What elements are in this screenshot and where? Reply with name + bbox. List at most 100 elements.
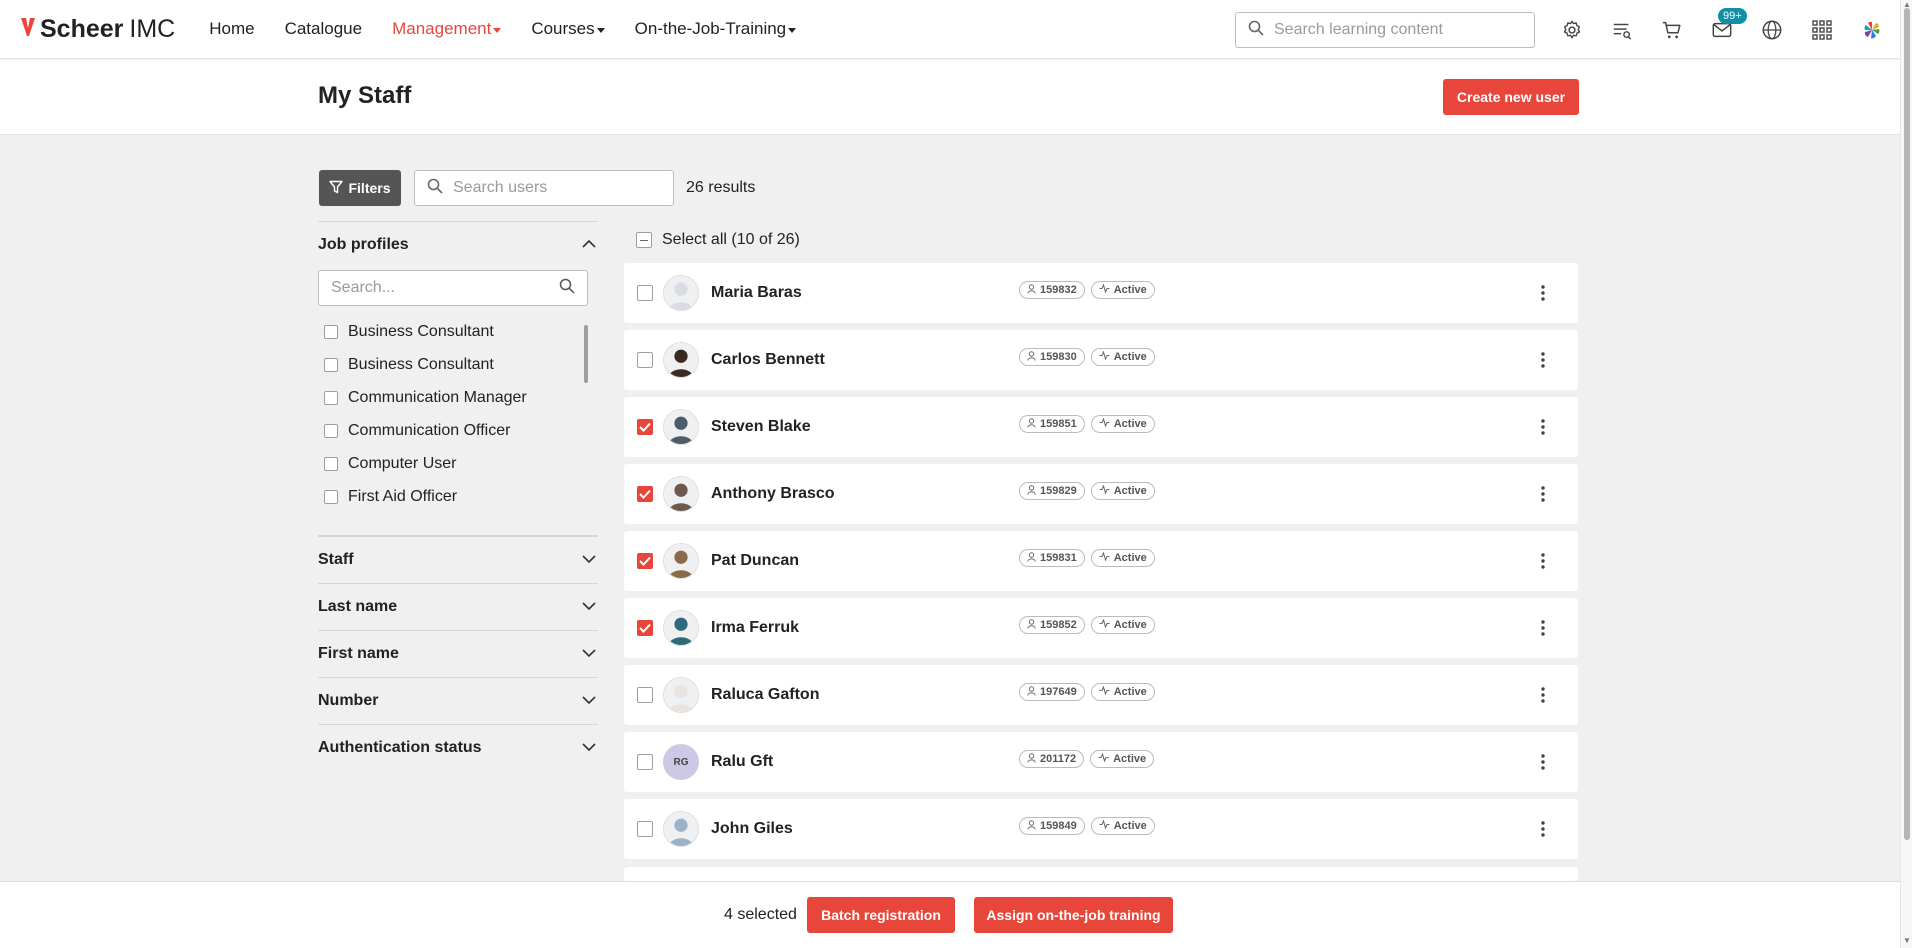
more-vert-icon[interactable] (1533, 618, 1553, 638)
job-profile-search-input[interactable] (331, 279, 531, 297)
table-row[interactable]: Pat Duncan 159831 Active (624, 531, 1578, 591)
notification-badge: 99+ (1718, 8, 1747, 24)
nav-on-the-job-training[interactable]: On-the-Job-Training (635, 19, 797, 39)
user-name[interactable]: Pat Duncan (711, 552, 1011, 570)
main-menu: Home Catalogue Management Courses On-the… (209, 19, 826, 39)
nav-home-label: Home (209, 19, 255, 38)
table-row[interactable]: Raluca Gafton 197649 Active (624, 665, 1578, 725)
table-row[interactable]: Anthony Brasco 159829 Active (624, 464, 1578, 524)
user-name[interactable]: Carlos Bennett (711, 351, 1011, 369)
global-search[interactable] (1235, 12, 1535, 48)
user-name[interactable]: Raluca Gafton (711, 686, 1011, 704)
job-profile-scrollbar[interactable] (583, 315, 589, 522)
checkbox[interactable] (324, 456, 338, 471)
user-name[interactable]: John Giles (711, 820, 1011, 838)
status-badge: Active (1090, 616, 1155, 634)
row-checkbox[interactable] (637, 754, 653, 770)
more-vert-icon[interactable] (1533, 551, 1553, 571)
cart-icon[interactable] (1659, 17, 1685, 43)
learning-list-icon[interactable] (1609, 17, 1635, 43)
globe-icon[interactable] (1759, 17, 1785, 43)
user-name[interactable]: Irma Ferruk (711, 619, 1011, 637)
user-id: 197649 (1040, 686, 1077, 698)
status-badge: Active (1090, 348, 1155, 366)
facet-job-profiles[interactable]: Job profiles (318, 221, 598, 268)
person-icon (1027, 618, 1036, 632)
facet-authentication-status[interactable]: Authentication status (318, 724, 598, 771)
table-row[interactable]: Carlos Bennett 159830 Active (624, 330, 1578, 390)
job-profile-item[interactable]: Business Consultant (318, 315, 598, 348)
more-vert-icon[interactable] (1533, 350, 1553, 370)
more-vert-icon[interactable] (1533, 819, 1553, 839)
brand-logo[interactable]: Scheer IMC (20, 14, 175, 45)
user-search[interactable] (414, 170, 674, 206)
user-name[interactable]: Steven Blake (711, 418, 1011, 436)
table-row[interactable]: John Giles 159849 Active (624, 799, 1578, 859)
activity-icon (1099, 685, 1110, 698)
row-checkbox[interactable] (637, 620, 653, 636)
facet-staff[interactable]: Staff (318, 536, 598, 583)
checkbox[interactable] (324, 489, 338, 504)
row-checkbox[interactable] (637, 687, 653, 703)
select-all-checkbox[interactable] (636, 232, 652, 248)
create-new-user-button[interactable]: Create new user (1443, 79, 1579, 115)
row-checkbox[interactable] (637, 285, 653, 301)
more-vert-icon[interactable] (1533, 283, 1553, 303)
avatar (663, 543, 699, 579)
checkbox[interactable] (324, 324, 338, 339)
checkbox[interactable] (324, 357, 338, 372)
settings-gear-icon[interactable] (1559, 17, 1585, 43)
row-checkbox[interactable] (637, 821, 653, 837)
apps-grid-icon[interactable] (1809, 17, 1835, 43)
table-row[interactable]: Steven Blake 159851 Active (624, 397, 1578, 457)
row-checkbox[interactable] (637, 553, 653, 569)
job-profile-item[interactable]: Computer User (318, 447, 598, 480)
status-badge: Active (1090, 549, 1155, 567)
user-name[interactable]: Ralu Gft (711, 753, 1011, 771)
job-profile-item[interactable]: Communication Manager (318, 381, 598, 414)
table-row[interactable]: RG Ralu Gft 201172 Active (624, 732, 1578, 792)
status-badge: Active (1090, 281, 1155, 299)
row-checkbox[interactable] (637, 352, 653, 368)
select-all[interactable]: Select all (10 of 26) (636, 231, 800, 249)
table-row[interactable] (624, 867, 1578, 881)
assign-ojt-button[interactable]: Assign on-the-job training (974, 897, 1173, 933)
filter-icon (329, 180, 344, 197)
job-profile-item[interactable]: First Aid Officer (318, 480, 598, 513)
more-vert-icon[interactable] (1533, 685, 1553, 705)
avatar (663, 476, 699, 512)
user-profile-logo-icon[interactable] (1859, 17, 1885, 43)
checkbox[interactable] (324, 390, 338, 405)
job-profile-search[interactable] (318, 270, 588, 306)
nav-catalogue[interactable]: Catalogue (285, 19, 363, 39)
status-text: Active (1113, 686, 1147, 698)
more-vert-icon[interactable] (1533, 484, 1553, 504)
nav-courses[interactable]: Courses (531, 19, 605, 39)
scroll-down-icon[interactable]: ▼ (1903, 936, 1911, 945)
row-checkbox[interactable] (637, 419, 653, 435)
nav-home[interactable]: Home (209, 19, 254, 39)
table-row[interactable]: Irma Ferruk 159852 Active (624, 598, 1578, 658)
row-checkbox[interactable] (637, 486, 653, 502)
more-vert-icon[interactable] (1533, 417, 1553, 437)
nav-management[interactable]: Management (392, 19, 502, 39)
user-name[interactable]: Maria Baras (711, 284, 1011, 302)
user-id: 201172 (1040, 753, 1077, 765)
nav-ojt-label: On-the-Job-Training (634, 19, 787, 38)
scrollbar-thumb[interactable] (584, 325, 588, 383)
user-name[interactable]: Anthony Brasco (711, 485, 1011, 503)
global-search-input[interactable] (1274, 21, 1524, 39)
scrollbar-thumb[interactable] (1904, 8, 1910, 840)
filters-button[interactable]: Filters (319, 170, 401, 206)
table-row[interactable]: Maria Baras 159832 Active (624, 263, 1578, 323)
facet-first-name[interactable]: First name (318, 630, 598, 677)
more-vert-icon[interactable] (1533, 752, 1553, 772)
checkbox[interactable] (324, 423, 338, 438)
facet-number[interactable]: Number (318, 677, 598, 724)
user-search-input[interactable] (453, 179, 653, 197)
job-profile-item[interactable]: Communication Officer (318, 414, 598, 447)
facet-last-name[interactable]: Last name (318, 583, 598, 630)
page-scrollbar[interactable]: ▲ ▼ (1900, 0, 1912, 948)
batch-registration-button[interactable]: Batch registration (807, 897, 955, 933)
job-profile-item[interactable]: Business Consultant (318, 348, 598, 381)
